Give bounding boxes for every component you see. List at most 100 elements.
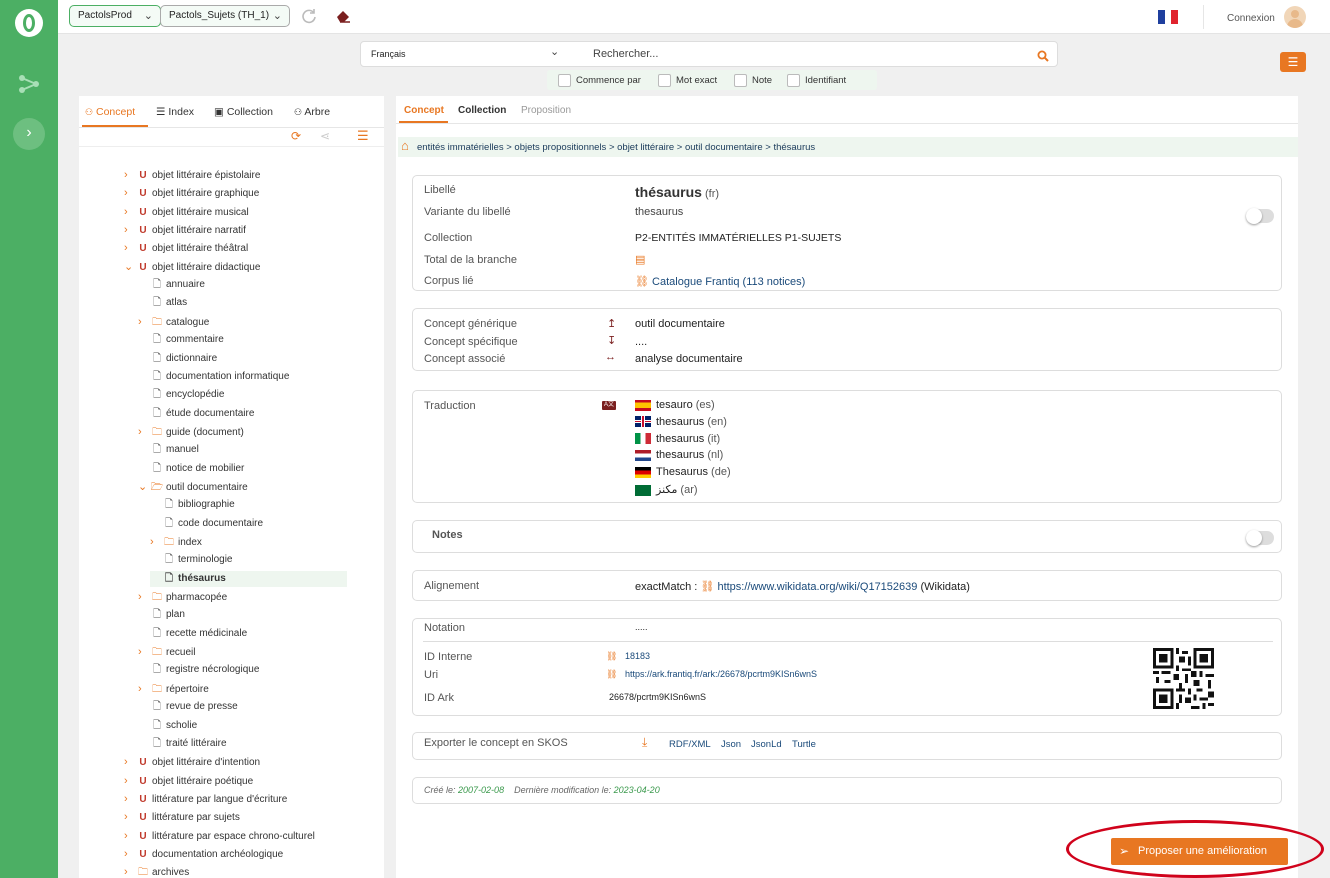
breadcrumb-path[interactable]: entités immatérielles > objets propositi… [417,142,815,153]
tree-item[interactable]: 🗋 registre nécrologique [138,662,259,678]
chevron-right-icon[interactable]: › [124,846,136,862]
graph-icon[interactable] [18,74,40,94]
tree-item[interactable]: 🗋 étude documentaire [138,406,254,422]
chevron-right-icon[interactable]: › [124,864,136,878]
right-tab-proposition[interactable]: Proposition [521,105,571,116]
chevron-right-icon[interactable]: › [124,240,136,256]
tree-item[interactable]: 🗋 terminologie [150,552,233,568]
chevron-right-icon[interactable]: › [124,773,136,789]
search-icon[interactable] [1037,50,1049,62]
tree-item[interactable]: 🗋 thésaurus [150,570,347,587]
tree-item[interactable]: › 🗀 pharmacopée [138,589,227,605]
login-link[interactable]: Connexion [1227,13,1275,24]
tree-item[interactable]: 🗋 bibliographie [150,497,235,513]
tree-item[interactable]: 🗋 documentation informatique [138,369,289,385]
export-json-link[interactable]: Json [721,739,741,750]
exact-word-checkbox[interactable] [658,74,671,87]
note-checkbox[interactable] [734,74,747,87]
right-tab-collection[interactable]: Collection [458,105,506,116]
export-turtle-link[interactable]: Turtle [792,739,816,750]
chevron-right-icon[interactable]: › [150,534,162,550]
tree-item[interactable]: › Uobjet littéraire théâtral [124,240,248,256]
thesaurus-select[interactable]: PactolsProd ⌄ [69,5,161,27]
refresh-icon[interactable] [301,8,317,24]
identifier-checkbox[interactable] [787,74,800,87]
refresh-tree-icon[interactable]: ⟳ [291,129,301,143]
tree-item[interactable]: 🗋 traité littéraire [138,736,227,752]
tree-item[interactable]: 🗋 revue de presse [138,699,238,715]
tree-item[interactable]: › Uobjet littéraire narratif [124,222,246,238]
calculator-icon[interactable]: ▤ [635,253,645,266]
chevron-down-icon[interactable]: ⌄ [138,479,150,495]
tree-item[interactable]: 🗋 commentaire [138,332,224,348]
tree-item[interactable]: ⌄ Uobjet littéraire didactique [124,259,260,275]
left-tab-tree[interactable]: ⚇ Arbre [294,106,330,118]
home-icon[interactable]: ⌂ [401,138,409,153]
export-rdf-link[interactable]: RDF/XML [669,739,711,750]
tree-item[interactable]: 🗋 atlas [138,295,187,311]
tree-item[interactable]: › Uobjet littéraire musical [124,204,249,220]
tree-item[interactable]: › 🗀 répertoire [138,681,209,697]
avatar[interactable] [1284,6,1306,28]
chevron-right-icon[interactable]: › [138,424,150,440]
translation-item[interactable]: مكنز (ar) [635,483,698,496]
translation-item[interactable]: thesaurus (it) [635,433,720,445]
chevron-right-icon[interactable]: › [124,809,136,825]
tree-item[interactable]: › Uobjet littéraire épistolaire [124,167,260,183]
tree-item[interactable]: › Ulittérature par sujets [124,809,240,825]
generic-value[interactable]: outil documentaire [635,318,725,330]
qr-code[interactable] [1153,648,1214,709]
corpus-link[interactable]: ⛓ Catalogue Frantiq (113 notices) [635,275,805,288]
tree-item[interactable]: › 🗀 archives [124,864,189,878]
search-input[interactable]: Rechercher... [593,48,658,60]
alignment-url[interactable]: https://www.wikidata.org/wiki/Q17152639 [717,581,917,593]
tree-item[interactable]: › 🗀 recueil [138,644,195,660]
chevron-right-icon[interactable]: › [138,681,150,697]
translation-item[interactable]: tesauro (es) [635,399,715,411]
chevron-right-icon[interactable]: › [124,204,136,220]
tree-item[interactable]: › 🗀 guide (document) [138,424,244,440]
language-flag-fr[interactable] [1158,10,1179,24]
tree-item[interactable]: 🗋 code documentaire [150,516,263,532]
chevron-right-icon[interactable]: › [124,222,136,238]
right-tab-concept[interactable]: Concept [404,105,444,116]
collection-value[interactable]: P2-ENTITÉS IMMATÉRIELLES P1-SUJETS [635,232,841,244]
associated-value[interactable]: analyse documentaire [635,353,743,365]
tree-item[interactable]: 🗋 annuaire [138,277,205,293]
tree-item[interactable]: › Udocumentation archéologique [124,846,283,862]
left-tab-index[interactable]: ☰ Index [156,106,194,118]
app-logo[interactable] [15,9,43,37]
internal-id-text[interactable]: 18183 [625,651,650,661]
chevron-right-icon[interactable]: › [138,589,150,605]
language-select[interactable]: Français [371,49,406,59]
tree-item[interactable]: 🗋 manuel [138,442,199,458]
uri-link[interactable]: https://ark.frantiq.fr/ark:/26678/pcrtm9… [625,669,817,679]
left-tab-collection[interactable]: ▣ Collection [214,106,273,118]
expand-sidebar-button[interactable]: › [13,118,45,150]
chevron-right-icon[interactable]: › [124,828,136,844]
tree-item[interactable]: › Uobjet littéraire graphique [124,185,259,201]
left-tab-concept[interactable]: ⚇ Concept [85,106,135,118]
eraser-icon[interactable] [335,9,351,23]
starts-with-checkbox[interactable] [558,74,571,87]
chevron-right-icon[interactable]: › [138,644,150,660]
chevron-right-icon[interactable]: › [124,167,136,183]
share-icon[interactable]: ⋖ [320,129,330,143]
translation-item[interactable]: Thesaurus (de) [635,466,731,478]
tree-item[interactable]: › 🗀 catalogue [138,314,209,330]
tree-item[interactable]: › Uobjet littéraire d'intention [124,754,260,770]
tree-item[interactable]: 🗋 notice de mobilier [138,461,244,477]
menu-icon[interactable]: ☰ [357,128,369,144]
tree-item[interactable]: › Ulittérature par langue d'écriture [124,791,287,807]
tree-item[interactable]: › Uobjet littéraire poétique [124,773,253,789]
chevron-right-icon[interactable]: › [138,314,150,330]
propose-improvement-button[interactable]: ➢ Proposer une amélioration [1111,838,1288,865]
chevron-right-icon[interactable]: › [124,754,136,770]
tree-item[interactable]: 🗋 encyclopédie [138,387,224,403]
tree-item[interactable]: › Ulittérature par espace chrono-culturel [124,828,315,844]
tree-item[interactable]: 🗋 recette médicinale [138,626,247,642]
chevron-right-icon[interactable]: › [124,791,136,807]
translation-item[interactable]: thesaurus (en) [635,416,727,428]
group-select[interactable]: Pactols_Sujets (TH_1) ⌄ [160,5,290,27]
tree-item[interactable]: 🗋 dictionnaire [138,351,217,367]
